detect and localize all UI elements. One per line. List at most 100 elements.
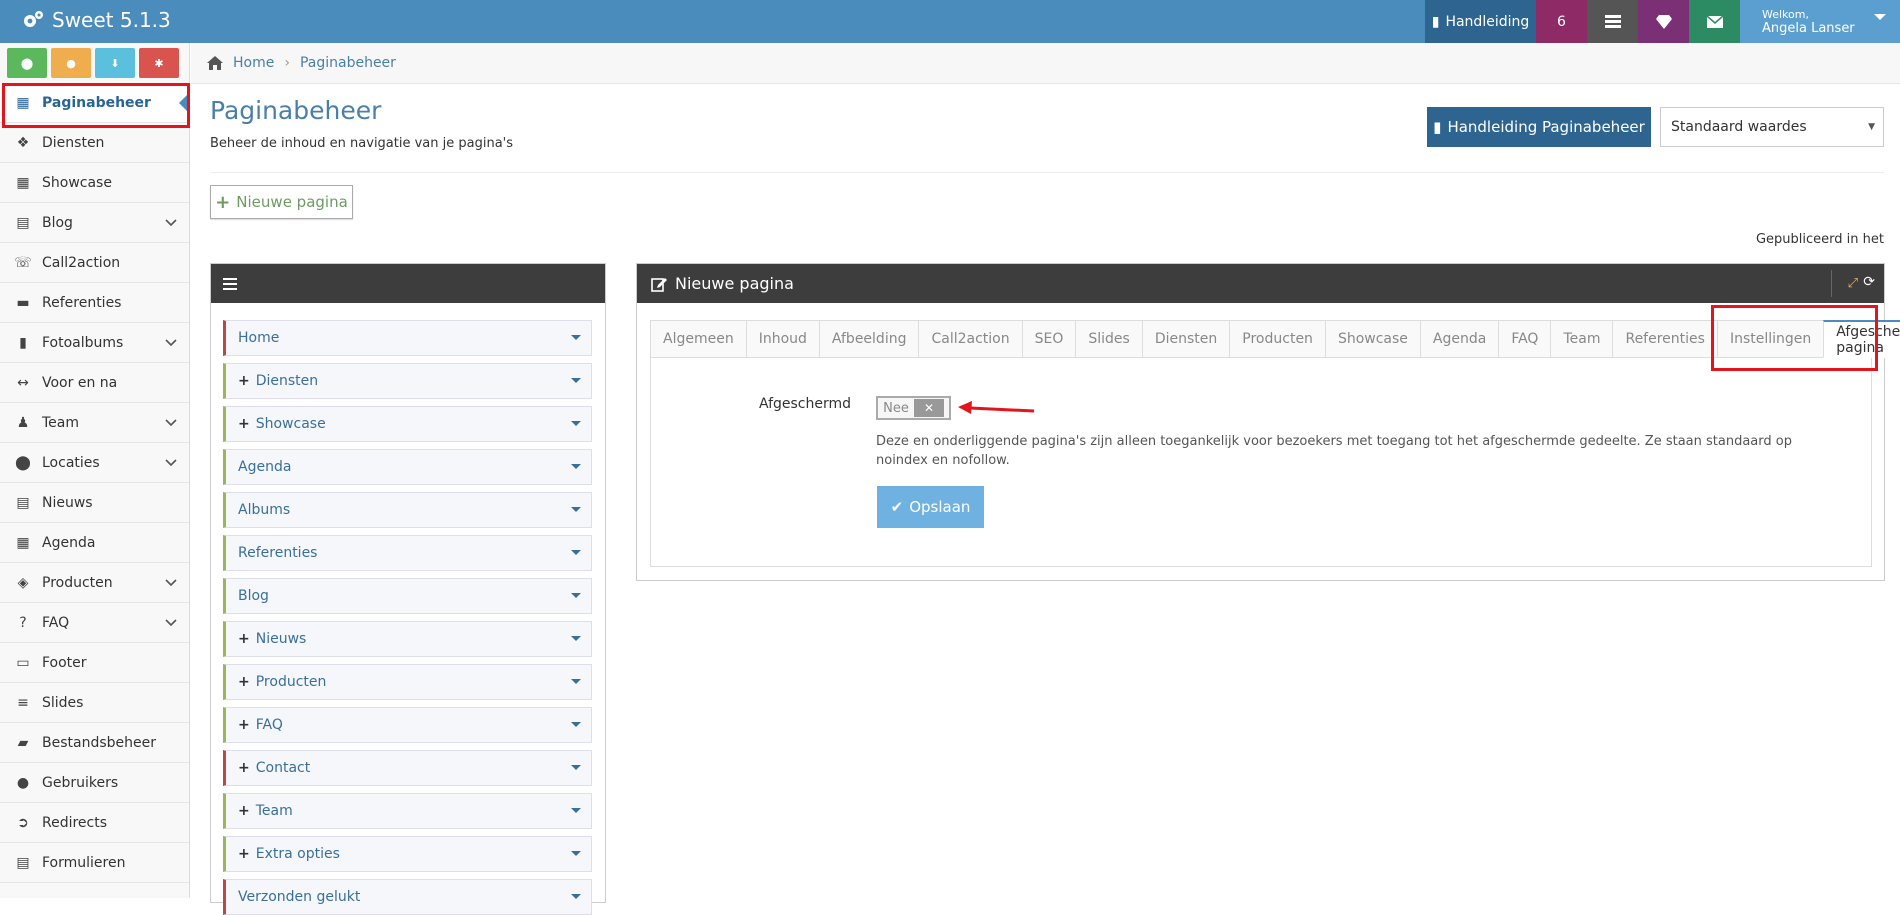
caret-down-icon[interactable] xyxy=(571,550,581,555)
plus-icon[interactable]: + xyxy=(238,416,250,432)
tree-item[interactable]: + Contact xyxy=(223,750,592,786)
caret-down-icon[interactable] xyxy=(571,507,581,512)
sidebar-item-nieuws[interactable]: ▤ Nieuws xyxy=(0,483,189,523)
tab-algemeen[interactable]: Algemeen xyxy=(650,320,746,358)
tree-item[interactable]: Albums xyxy=(223,492,592,528)
tab-seo[interactable]: SEO xyxy=(1021,320,1076,358)
sidebar-item-voor-en-na[interactable]: ↔ Voor en na xyxy=(0,363,189,403)
quick-button-2[interactable]: ● xyxy=(51,48,91,78)
sidebar-item-call2action[interactable]: ☏ Call2action xyxy=(0,243,189,283)
sidebar-item-footer[interactable]: ▭ Footer xyxy=(0,643,189,683)
tab-faq[interactable]: FAQ xyxy=(1498,320,1551,358)
tree-item[interactable]: Blog xyxy=(223,578,592,614)
new-page-button[interactable]: + Nieuwe pagina xyxy=(210,185,353,219)
tab-producten[interactable]: Producten xyxy=(1229,320,1325,358)
caret-down-icon[interactable] xyxy=(571,335,581,340)
plus-icon[interactable]: + xyxy=(238,803,250,819)
sidebar-item-gebruikers[interactable]: ● Gebruikers xyxy=(0,763,189,803)
download-icon: ⬇ xyxy=(110,56,120,70)
sidebar-item-fotoalbums[interactable]: ▮ Fotoalbums xyxy=(0,323,189,363)
manual-page-button[interactable]: ▮ Handleiding Paginabeheer xyxy=(1427,107,1651,147)
map-marker-icon: ⬤ xyxy=(15,454,31,471)
plus-icon[interactable]: + xyxy=(238,674,250,690)
tab-slides[interactable]: Slides xyxy=(1075,320,1142,358)
menu-icon[interactable] xyxy=(223,277,237,290)
edit-title: Nieuwe pagina xyxy=(675,274,794,293)
sidebar-item-faq[interactable]: ? FAQ xyxy=(0,603,189,643)
plus-icon[interactable]: + xyxy=(238,631,250,647)
tab-afbeelding[interactable]: Afbeelding xyxy=(818,320,919,358)
tab-inhoud[interactable]: Inhoud xyxy=(745,320,819,358)
sidebar-item-team[interactable]: ♟ Team xyxy=(0,403,189,443)
tree-item[interactable]: + FAQ xyxy=(223,707,592,743)
tree-item[interactable]: + Producten xyxy=(223,664,592,700)
tab-instellingen[interactable]: Instellingen xyxy=(1716,320,1824,358)
manual-button[interactable]: ▮ Handleiding xyxy=(1425,0,1536,43)
tab-call2action[interactable]: Call2action xyxy=(918,320,1022,358)
caret-down-icon[interactable] xyxy=(571,679,581,684)
sidebar-item-blog[interactable]: ▤ Blog xyxy=(0,203,189,243)
breadcrumb-home[interactable]: Home xyxy=(233,55,274,71)
tab-agenda[interactable]: Agenda xyxy=(1419,320,1499,358)
sidebar-item-slides[interactable]: ≡ Slides xyxy=(0,683,189,723)
mail-button[interactable] xyxy=(1689,0,1740,43)
notifications-badge[interactable]: 6 xyxy=(1536,0,1587,43)
plus-icon[interactable]: + xyxy=(238,717,250,733)
sliders-icon: ≡ xyxy=(17,694,29,711)
defaults-select[interactable]: Standaard waardes ▼ xyxy=(1660,107,1884,147)
user-menu[interactable]: Welkom, Angela Lanser xyxy=(1740,0,1900,43)
sidebar-item-bestandsbeheer[interactable]: ▰ Bestandsbeheer xyxy=(0,723,189,763)
sidebar-item-redirects[interactable]: ➲ Redirects xyxy=(0,803,189,843)
sidebar-item-agenda[interactable]: ▦ Agenda xyxy=(0,523,189,563)
sidebar-item-diensten[interactable]: ❖ Diensten xyxy=(0,123,189,163)
caret-down-icon[interactable] xyxy=(571,765,581,770)
tree-item[interactable]: + Diensten xyxy=(223,363,592,399)
quick-button-4[interactable]: ✱ xyxy=(139,48,179,78)
plus-icon[interactable]: + xyxy=(238,373,250,389)
tree-item[interactable]: + Team xyxy=(223,793,592,829)
quick-button-1[interactable]: ⬤ xyxy=(7,48,47,78)
sidebar-item-formulieren[interactable]: ▤ Formulieren xyxy=(0,843,189,883)
tree-item[interactable]: Agenda xyxy=(223,449,592,485)
tree-item[interactable]: Home xyxy=(223,320,592,356)
caret-down-icon[interactable] xyxy=(571,421,581,426)
sidebar-item-producten[interactable]: ◈ Producten xyxy=(0,563,189,603)
diamond-button[interactable] xyxy=(1638,0,1689,43)
caret-down-icon[interactable] xyxy=(571,378,581,383)
plus-icon[interactable]: + xyxy=(238,760,250,776)
tab-team[interactable]: Team xyxy=(1550,320,1613,358)
sidebar-item-showcase[interactable]: ▦ Showcase xyxy=(0,163,189,203)
sidebar-item-referenties[interactable]: ▬ Referenties xyxy=(0,283,189,323)
protected-toggle[interactable]: Nee ✕ xyxy=(876,396,951,420)
tree-item[interactable]: + Showcase xyxy=(223,406,592,442)
app-brand[interactable]: Sweet 5.1.3 xyxy=(22,8,171,32)
tree-item-label: Verzonden gelukt xyxy=(238,889,361,905)
tree-item[interactable]: + Nieuws xyxy=(223,621,592,657)
tab-diensten[interactable]: Diensten xyxy=(1141,320,1230,358)
caret-down-icon[interactable] xyxy=(571,894,581,899)
caret-down-icon[interactable] xyxy=(571,636,581,641)
tree-item[interactable]: + Extra opties xyxy=(223,836,592,872)
save-button[interactable]: ✔ Opslaan xyxy=(877,486,984,528)
server-button[interactable] xyxy=(1587,0,1638,43)
sidebar-item-paginabeheer[interactable]: ▦ Paginabeheer xyxy=(0,83,189,123)
quick-button-3[interactable]: ⬇ xyxy=(95,48,135,78)
sidebar-item-locaties[interactable]: ⬤ Locaties xyxy=(0,443,189,483)
refresh-icon[interactable]: ⟳ xyxy=(1863,274,1875,290)
tab-referenties[interactable]: Referenties xyxy=(1612,320,1717,358)
breadcrumb-current[interactable]: Paginabeheer xyxy=(300,55,396,71)
sidebar-item-label: Fotoalbums xyxy=(42,334,124,351)
caret-down-icon[interactable] xyxy=(571,593,581,598)
tab-showcase[interactable]: Showcase xyxy=(1324,320,1420,358)
caret-down-icon[interactable] xyxy=(571,722,581,727)
tree-item-label: Albums xyxy=(238,502,291,518)
tree-item[interactable]: Referenties xyxy=(223,535,592,571)
caret-down-icon[interactable] xyxy=(571,464,581,469)
sidebar-item-label: Bestandsbeheer xyxy=(42,734,156,751)
plus-icon[interactable]: + xyxy=(238,846,250,862)
expand-icon[interactable]: ⤢ xyxy=(1848,276,1858,291)
caret-down-icon[interactable] xyxy=(571,851,581,856)
tree-item[interactable]: Verzonden gelukt xyxy=(223,879,592,915)
caret-down-icon[interactable] xyxy=(571,808,581,813)
tab-afgeschermde-pagina[interactable]: Afgeschermde pagina xyxy=(1823,320,1900,358)
